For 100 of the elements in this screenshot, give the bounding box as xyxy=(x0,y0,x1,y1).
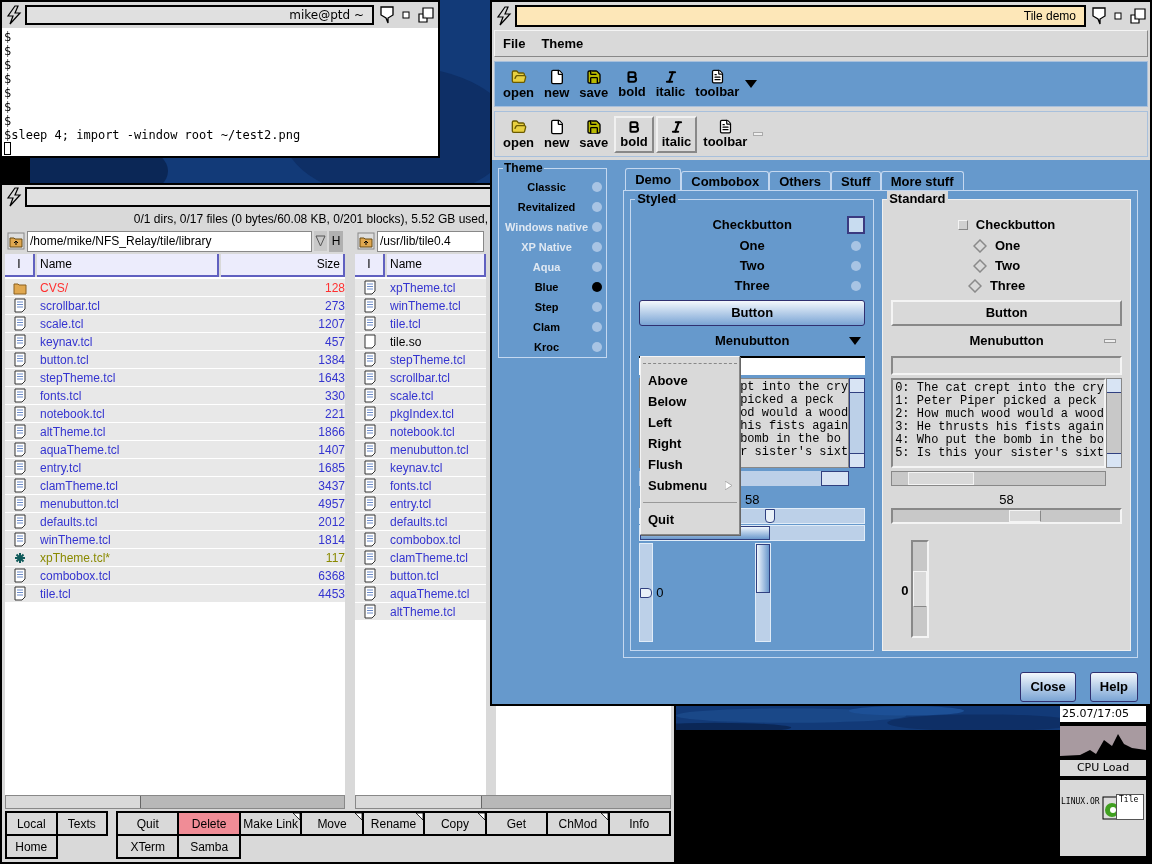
dialog-button[interactable]: Help xyxy=(1089,672,1138,702)
file-row[interactable]: defaults.tcl xyxy=(355,513,486,531)
file-row[interactable]: menubutton.tcl 4957 xyxy=(5,495,345,513)
file-row[interactable]: xpTheme.tcl xyxy=(355,279,486,297)
horizontal-scrollbar[interactable] xyxy=(355,795,671,809)
file-row[interactable]: fonts.tcl xyxy=(355,477,486,495)
tab[interactable]: More stuff xyxy=(880,171,964,190)
action-button[interactable]: Make Link xyxy=(240,813,303,836)
toolbar-button[interactable]: italic xyxy=(655,115,698,153)
radio-label[interactable]: Clam xyxy=(533,318,560,336)
menu-item[interactable]: Below xyxy=(641,391,739,412)
action-button[interactable]: Delete xyxy=(179,813,241,836)
file-row[interactable]: clamTheme.tcl xyxy=(355,549,486,567)
scale-track[interactable] xyxy=(891,508,1122,524)
radio-indicator[interactable] xyxy=(851,281,862,291)
menu-item[interactable]: Right xyxy=(641,433,739,454)
radio-label[interactable]: Classic xyxy=(527,178,566,196)
radio-indicator[interactable] xyxy=(592,202,603,212)
file-row[interactable]: keynav.tcl 457 xyxy=(5,333,345,351)
file-row[interactable]: notebook.tcl xyxy=(355,423,486,441)
action-button[interactable]: ChMod xyxy=(548,813,610,836)
radio-label[interactable]: Step xyxy=(534,298,559,316)
tab[interactable]: Combobox xyxy=(681,171,770,190)
file-row[interactable]: menubutton.tcl xyxy=(355,441,486,459)
file-row[interactable]: button.tcl 1384 xyxy=(5,351,345,369)
menu-button[interactable]: Menubutton xyxy=(969,331,1044,351)
file-row[interactable]: aquaTheme.tcl xyxy=(355,585,486,603)
menu-item[interactable]: Quit xyxy=(641,509,739,530)
file-row[interactable]: tile.so xyxy=(355,333,486,351)
menu-indicator[interactable] xyxy=(1104,339,1116,343)
action-button[interactable]: Get xyxy=(486,813,549,836)
vertical-scrollbar[interactable] xyxy=(849,378,866,468)
dropdown-arrow-icon[interactable] xyxy=(745,80,758,88)
toolbar-button[interactable]: toolbar xyxy=(691,67,744,101)
column-header[interactable]: I xyxy=(355,254,385,277)
file-row[interactable]: entry.tcl xyxy=(355,495,486,513)
toolbar-button[interactable]: open xyxy=(499,66,539,102)
file-row[interactable]: winTheme.tcl xyxy=(355,297,486,315)
filter-icon[interactable] xyxy=(314,231,327,251)
pin-icon[interactable] xyxy=(1092,7,1106,25)
file-row[interactable]: pkgIndex.tcl xyxy=(355,405,486,423)
radio-label[interactable]: Revitalized xyxy=(517,198,576,216)
file-row[interactable]: scale.tcl xyxy=(355,387,486,405)
menu-item[interactable]: Left xyxy=(641,412,739,433)
radio-indicator[interactable] xyxy=(973,259,988,273)
history-button[interactable]: H xyxy=(329,230,343,252)
horizontal-scrollbar[interactable] xyxy=(891,471,1106,486)
file-row[interactable]: stepTheme.tcl xyxy=(355,351,486,369)
file-row[interactable]: defaults.tcl 2012 xyxy=(5,513,345,531)
action-button[interactable]: Info xyxy=(609,813,671,836)
file-row[interactable]: stepTheme.tcl 1643 xyxy=(5,369,345,387)
maximize-icon[interactable] xyxy=(1130,8,1146,24)
toolbar-button[interactable]: toolbar xyxy=(699,117,752,151)
toolbar-button[interactable]: save xyxy=(575,116,613,152)
toolbar-button[interactable]: italic xyxy=(651,67,690,101)
tab[interactable]: Stuff xyxy=(831,171,881,190)
dialog-button[interactable]: Close xyxy=(1020,672,1076,702)
column-header[interactable]: Name xyxy=(37,254,219,277)
toolbar-button[interactable]: new xyxy=(540,116,574,152)
file-row[interactable]: tile.tcl xyxy=(355,315,486,333)
radio-indicator[interactable] xyxy=(851,261,862,271)
file-row[interactable]: altTheme.tcl 1866 xyxy=(5,423,345,441)
action-button[interactable]: Move xyxy=(302,813,364,836)
action-button[interactable]: Copy xyxy=(425,813,487,836)
tear-off-line[interactable] xyxy=(643,363,737,364)
file-row[interactable]: entry.tcl 1685 xyxy=(5,459,345,477)
file-row[interactable]: combobox.tcl 6368 xyxy=(5,567,345,585)
dropdown-arrow-icon[interactable] xyxy=(849,337,862,345)
action-button[interactable]: XTerm xyxy=(118,836,180,859)
action-button[interactable]: Quit xyxy=(118,813,180,836)
push-button[interactable]: Button xyxy=(891,300,1122,326)
text-area[interactable]: 0: The cat crept into the cry 1: Peter Piper picked a peck 2: How much wood would a wood 3: He thrusts his fists again 4: Who put the bomb in the bo 5: Is this your sister's sixt xyxy=(891,378,1106,468)
file-row[interactable]: tile.tcl 4453 xyxy=(5,585,345,603)
menu-item[interactable]: Theme xyxy=(541,33,584,54)
toolbar-handle[interactable] xyxy=(753,132,764,136)
file-row[interactable]: fonts.tcl 330 xyxy=(5,387,345,405)
side-button[interactable]: Local xyxy=(7,813,58,836)
entry-field[interactable] xyxy=(891,356,1122,375)
radio-label[interactable]: Two xyxy=(995,256,1021,276)
folder-up-icon[interactable] xyxy=(7,232,25,250)
horizontal-scrollbar[interactable] xyxy=(5,795,345,809)
checkbox-label[interactable]: Checkbutton xyxy=(975,215,1056,235)
side-button[interactable]: Texts xyxy=(57,813,108,836)
column-header[interactable]: I xyxy=(5,254,35,277)
radio-indicator[interactable] xyxy=(592,322,603,332)
lightning-icon[interactable] xyxy=(5,5,23,25)
radio-indicator[interactable] xyxy=(967,279,982,293)
file-row[interactable]: clamTheme.tcl 3437 xyxy=(5,477,345,495)
vertical-scale-track[interactable] xyxy=(911,540,930,638)
minimize-icon[interactable] xyxy=(1114,12,1122,20)
menu-item[interactable]: Submenu xyxy=(641,475,739,496)
radio-label[interactable]: One xyxy=(994,236,1021,256)
file-row[interactable]: winTheme.tcl 1814 xyxy=(5,531,345,549)
file-row[interactable]: scale.tcl 1207 xyxy=(5,315,345,333)
radio-label[interactable]: Three xyxy=(734,276,770,296)
lightning-icon[interactable] xyxy=(5,187,23,207)
toolbar-button[interactable]: open xyxy=(499,116,539,152)
action-button[interactable]: Rename xyxy=(363,813,426,836)
path-field[interactable]: /home/mike/NFS_Relay/tile/library xyxy=(27,230,312,252)
radio-indicator[interactable] xyxy=(851,241,862,251)
